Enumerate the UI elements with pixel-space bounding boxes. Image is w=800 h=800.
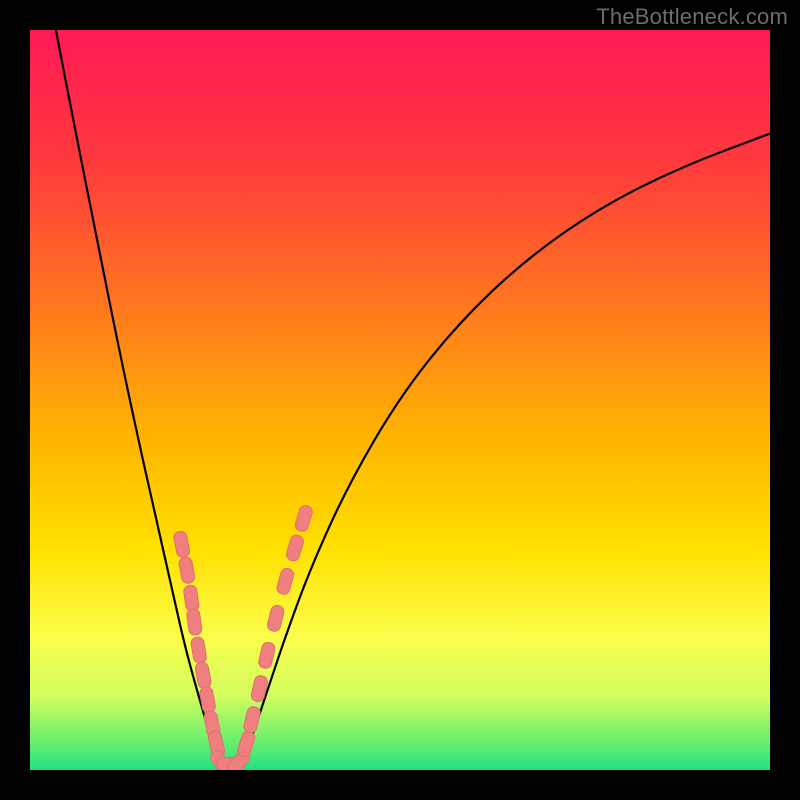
data-marker bbox=[266, 604, 285, 632]
chart-stage: TheBottleneck.com bbox=[0, 0, 800, 800]
frame-right bbox=[770, 0, 800, 800]
data-marker bbox=[276, 567, 295, 596]
curve-right-branch bbox=[241, 134, 770, 763]
data-marker bbox=[294, 504, 314, 533]
data-marker bbox=[173, 530, 191, 558]
data-marker bbox=[285, 534, 305, 563]
frame-left bbox=[0, 0, 30, 800]
data-marker bbox=[243, 706, 262, 734]
data-marker bbox=[183, 585, 200, 613]
data-marker bbox=[236, 730, 256, 759]
curve-layer bbox=[30, 30, 770, 770]
data-marker bbox=[186, 608, 203, 636]
data-marker bbox=[190, 636, 207, 664]
frame-bottom bbox=[0, 770, 800, 800]
plot-area bbox=[30, 30, 770, 770]
data-marker bbox=[258, 641, 277, 669]
data-marker bbox=[178, 556, 195, 584]
data-marker bbox=[194, 661, 211, 689]
watermark-text: TheBottleneck.com bbox=[596, 4, 788, 30]
